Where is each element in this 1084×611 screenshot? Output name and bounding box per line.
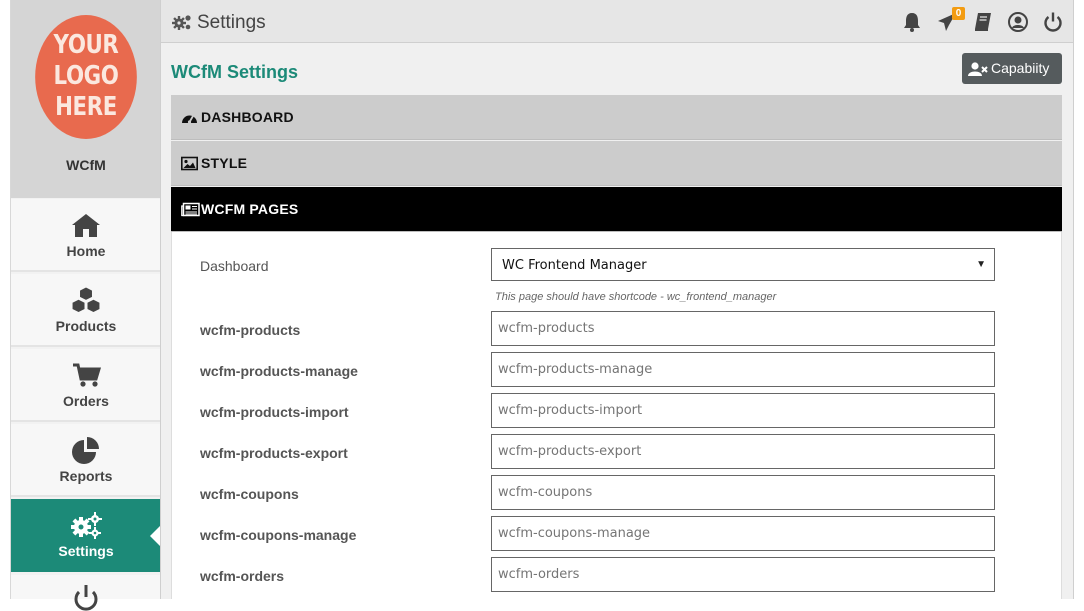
brand-area: YOUR LOGO HERE WCfM <box>11 0 161 198</box>
wcfm-pages-panel: Dashboard WC Frontend Manager ▼ This pag… <box>171 232 1062 599</box>
bell-icon[interactable] <box>901 11 923 33</box>
user-times-icon <box>968 62 988 76</box>
dashboard-field-label: Dashboard <box>200 258 269 274</box>
sidebar-item-label: Home <box>66 243 106 259</box>
wcfm-coupons-input[interactable] <box>491 475 995 510</box>
power-icon <box>74 585 98 611</box>
sidebar-item-orders[interactable]: Orders <box>11 349 161 422</box>
sidebar-item-label: Orders <box>63 393 109 409</box>
wcfm-products-export-input[interactable] <box>491 434 995 469</box>
field-label: wcfm-products-export <box>200 445 348 461</box>
home-icon <box>72 214 100 237</box>
field-label: wcfm-coupons-manage <box>200 527 357 543</box>
main-content: Settings 0 WCfM Settings Capabiity DASHB… <box>160 0 1074 599</box>
sidebar-item-label: Reports <box>59 468 113 484</box>
sidebar-item-home[interactable]: Home <box>11 199 161 272</box>
dashboard-page-select[interactable]: WC Frontend Manager ▼ <box>491 248 995 281</box>
capability-button[interactable]: Capabiity <box>962 53 1062 84</box>
user-circle-icon[interactable] <box>1007 11 1029 33</box>
top-bar: Settings 0 <box>161 0 1073 43</box>
notification-badge: 0 <box>952 7 965 20</box>
image-icon <box>181 156 198 171</box>
dashboard-page-selected: WC Frontend Manager <box>502 258 647 273</box>
wcfm-products-manage-input[interactable] <box>491 352 995 387</box>
wcfm-orders-input[interactable] <box>491 557 995 592</box>
section-label: DASHBOARD <box>201 109 294 125</box>
section-label: STYLE <box>201 155 248 171</box>
section-style[interactable]: STYLE <box>171 141 1062 186</box>
cogs-icon <box>71 512 102 539</box>
sidebar-item-settings[interactable]: Settings <box>11 499 161 572</box>
field-label: wcfm-products-import <box>200 404 349 420</box>
logo-line: HERE <box>55 92 117 122</box>
field-label: wcfm-products-manage <box>200 363 358 379</box>
page-title: Settings <box>197 12 266 33</box>
dashboard-icon <box>182 115 197 124</box>
logo-line: YOUR <box>53 30 119 60</box>
section-wcfm-pages[interactable]: WCFM PAGES <box>171 187 1062 232</box>
chevron-down-icon: ▼ <box>976 259 986 270</box>
field-label: wcfm-orders <box>200 568 285 584</box>
wcfm-coupons-manage-input[interactable] <box>491 516 995 551</box>
section-label: WCFM PAGES <box>201 201 299 217</box>
cogs-icon <box>172 15 191 30</box>
book-icon[interactable] <box>972 11 994 33</box>
field-label: wcfm-products <box>200 322 301 338</box>
pie-chart-icon <box>72 437 99 464</box>
newspaper-icon <box>181 202 200 217</box>
sidebar-item-logout[interactable] <box>11 575 161 611</box>
power-icon[interactable] <box>1042 11 1064 33</box>
store-logo[interactable]: YOUR LOGO HERE <box>35 15 137 139</box>
sidebar: YOUR LOGO HERE WCfM Home Products Orders… <box>10 0 161 611</box>
sidebar-item-reports[interactable]: Reports <box>11 424 161 497</box>
wcfm-products-import-input[interactable] <box>491 393 995 428</box>
sidebar-item-products[interactable]: Products <box>11 274 161 347</box>
store-name: WCfM <box>66 157 106 173</box>
shortcode-hint: This page should have shortcode - wc_fro… <box>495 291 777 303</box>
sidebar-item-label: Settings <box>58 543 114 559</box>
cubes-icon <box>71 286 101 314</box>
field-label: wcfm-coupons <box>200 486 299 502</box>
capability-button-label: Capabiity <box>991 60 1050 76</box>
sidebar-item-label: Products <box>55 318 117 334</box>
wcfm-products-input[interactable] <box>491 311 995 346</box>
logo-line: LOGO <box>53 61 119 91</box>
app: YOUR LOGO HERE WCfM Home Products Orders… <box>10 0 1074 611</box>
section-dashboard[interactable]: DASHBOARD <box>171 95 1062 140</box>
cart-icon <box>73 363 102 387</box>
page-heading: WCfM Settings <box>171 62 298 82</box>
